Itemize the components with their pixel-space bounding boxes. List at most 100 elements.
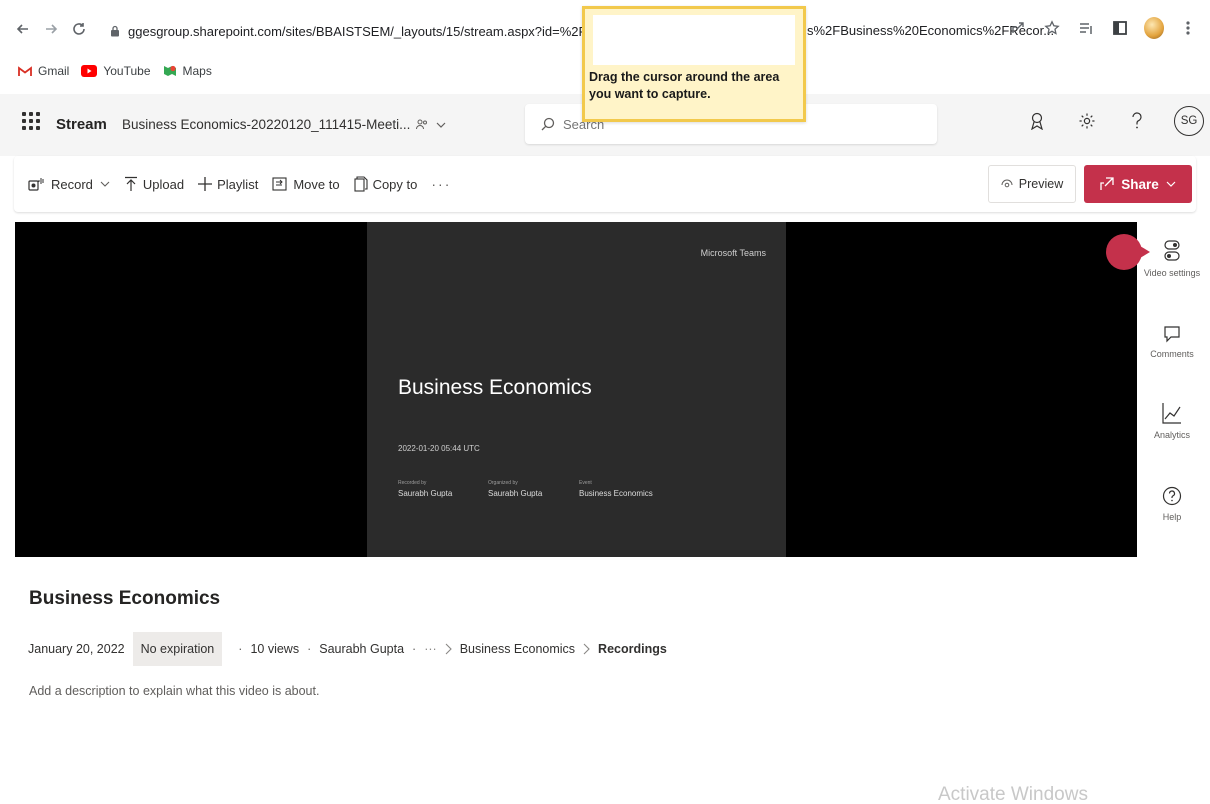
reading-list-icon[interactable] [1076,18,1096,38]
back-arrow-icon[interactable] [12,18,34,40]
slide-meta-value: Business Economics [579,489,653,498]
document-name[interactable]: Business Economics-20220120_111415-Meeti… [122,117,446,132]
record-label: Record [51,176,93,192]
comment-icon [1163,325,1181,343]
document-name-text: Business Economics-20220120_111415-Meeti… [122,117,411,132]
video-title: Business Economics [29,588,221,609]
snip-capture-area [593,15,795,65]
chevron-down-icon [436,122,446,128]
bookmark-maps[interactable]: Maps [163,64,212,78]
slide-date: 2022-01-20 05:44 UTC [398,444,480,453]
video-player[interactable]: Microsoft Teams Business Economics 2022-… [15,222,1150,557]
side-panel-icon[interactable] [1110,18,1130,38]
playlist-label: Playlist [217,176,259,192]
upload-label: Upload [142,176,185,192]
rail-label: Comments [1150,349,1194,359]
breadcrumb-current[interactable]: Recordings [598,642,667,656]
user-avatar[interactable]: SG [1174,106,1204,136]
maps-icon [163,64,177,78]
slide-meta-value: Saurabh Gupta [398,489,453,498]
video-settings-button[interactable]: Video settings [1140,240,1204,279]
move-to-button[interactable]: Move to [272,176,340,192]
activate-windows-watermark: Activate Windows [938,784,1088,804]
analytics-chart-icon [1162,402,1182,424]
header-actions: SG [1024,106,1204,136]
preview-eye-icon [1001,179,1013,189]
owner-name[interactable]: Saurabh Gupta [319,642,404,656]
upload-icon [124,176,138,192]
snipping-tooltip: Drag the cursor around the area you want… [582,6,806,122]
chevron-right-icon [445,643,452,655]
rail-label: Video settings [1143,268,1201,278]
slide-meta-label: Event [579,480,592,486]
share-label: Share [1121,176,1159,192]
command-bar: Record Upload Playlist Move to Copy to ·… [14,156,1196,212]
record-icon [28,176,46,192]
video-date: January 20, 2022 [28,642,125,656]
chevron-right-icon [583,643,590,655]
analytics-button[interactable]: Analytics [1140,402,1204,441]
more-label: ··· [431,176,452,192]
chevron-down-icon [100,181,110,187]
slide-brand: Microsoft Teams [700,248,766,258]
preview-label: Preview [1018,177,1064,191]
reload-icon[interactable] [68,18,90,40]
comments-button[interactable]: Comments [1140,325,1204,360]
video-settings-icon [1163,240,1181,262]
profile-avatar-icon[interactable] [1144,17,1164,39]
rail-label: Analytics [1153,430,1190,440]
video-meta-row: January 20, 2022 No expiration · 10 view… [28,632,667,666]
video-frame-slide: Microsoft Teams Business Economics 2022-… [367,222,786,557]
expiration-text: No expiration [140,642,215,656]
cursor-highlight [1106,234,1150,270]
separator-dot: · [238,642,243,656]
description-placeholder[interactable]: Add a description to explain what this v… [29,684,319,698]
add-playlist-button[interactable]: Playlist [198,177,258,192]
move-to-label: Move to [293,176,340,192]
chevron-down-icon [1166,181,1176,187]
avatar-initials: SG [1180,115,1198,127]
slide-meta-recorded-by: Recorded by Saurabh Gupta [398,480,452,498]
move-to-icon [272,177,288,191]
share-icon [1100,177,1114,191]
separator-dot: · [307,642,312,656]
search-icon [541,117,555,131]
bookmark-star-icon[interactable] [1042,18,1062,38]
record-button[interactable]: Record [28,176,110,192]
rail-label: Help [1162,512,1182,522]
help-button[interactable]: Help [1140,486,1204,523]
app-launcher-icon[interactable] [22,112,40,130]
forward-arrow-icon[interactable] [40,18,62,40]
copy-to-button[interactable]: Copy to [354,176,417,192]
app-name[interactable]: Stream [56,116,107,133]
separator-dot: · [412,642,417,656]
preview-button[interactable]: Preview [988,165,1076,203]
slide-title: Business Economics [398,376,592,399]
upload-button[interactable]: Upload [124,176,184,192]
bookmark-youtube[interactable]: YouTube [81,64,151,78]
help-question-icon[interactable] [1124,108,1150,134]
kebab-menu-icon[interactable] [1178,18,1198,38]
share-page-icon[interactable] [1008,18,1028,38]
share-button[interactable]: Share [1084,165,1192,203]
help-circle-icon [1162,486,1182,506]
address-bar[interactable]: ggesgroup.sharepoint.com/sites/BBAISTSEM… [110,19,1054,43]
slide-meta-organized-by: Organized by Saurabh Gupta [488,480,542,498]
bookmark-label: Maps [182,64,212,78]
feedback-icon[interactable] [1024,108,1050,134]
slide-meta-event: Event Business Economics [579,480,653,498]
breadcrumb-more[interactable]: ··· [424,642,437,656]
bookmark-label: Gmail [38,64,70,78]
snip-instruction: Drag the cursor around the area you want… [589,70,780,101]
gear-icon[interactable] [1074,108,1100,134]
bookmark-gmail[interactable]: Gmail [18,64,69,78]
slide-meta-label: Recorded by [398,480,427,486]
more-options-button[interactable]: ··· [431,176,451,192]
share-status-icon [416,119,430,131]
view-count: 10 views [250,642,300,656]
browser-actions [1008,17,1198,39]
copy-to-icon [354,176,368,192]
gmail-icon [18,65,32,77]
breadcrumb-folder[interactable]: Business Economics [460,642,575,656]
expiration-badge[interactable]: No expiration [132,632,223,666]
